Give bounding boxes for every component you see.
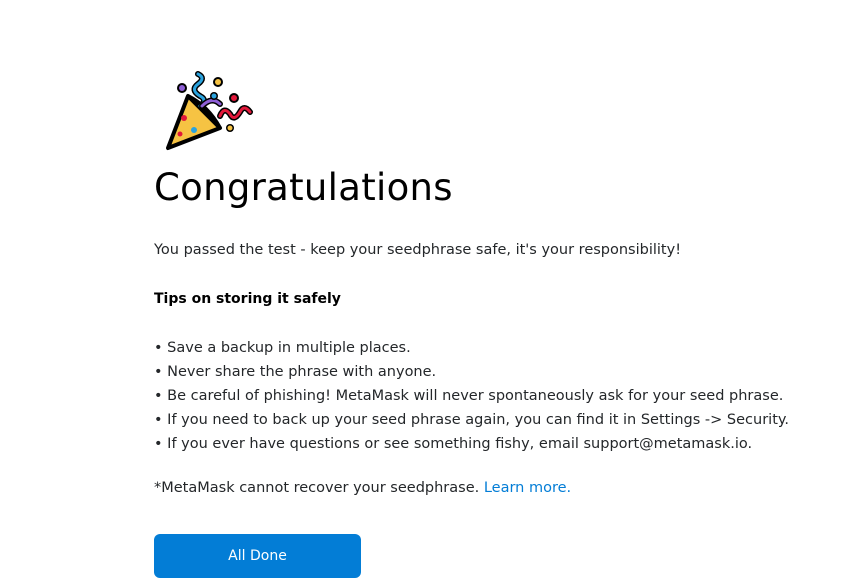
learn-more-link[interactable]: Learn more. <box>484 480 571 496</box>
party-popper-icon <box>166 71 253 150</box>
tip-item: • Be careful of phishing! MetaMask will … <box>154 388 784 404</box>
all-done-button[interactable]: All Done <box>154 534 361 578</box>
disclaimer-text: *MetaMask cannot recover your seedphrase… <box>154 480 484 496</box>
tip-item: • If you need to back up your seed phras… <box>154 412 789 428</box>
disclaimer: *MetaMask cannot recover your seedphrase… <box>154 480 571 496</box>
tip-item: • Save a backup in multiple places. <box>154 340 411 356</box>
tips-heading: Tips on storing it safely <box>154 291 341 307</box>
tips-list: • Save a backup in multiple places. • Ne… <box>154 336 789 456</box>
tip-item: • If you ever have questions or see some… <box>154 436 753 452</box>
tip-item: • Never share the phrase with anyone. <box>154 364 437 380</box>
intro-text: You passed the test - keep your seedphra… <box>154 242 682 258</box>
page-title: Congratulations <box>154 166 453 209</box>
